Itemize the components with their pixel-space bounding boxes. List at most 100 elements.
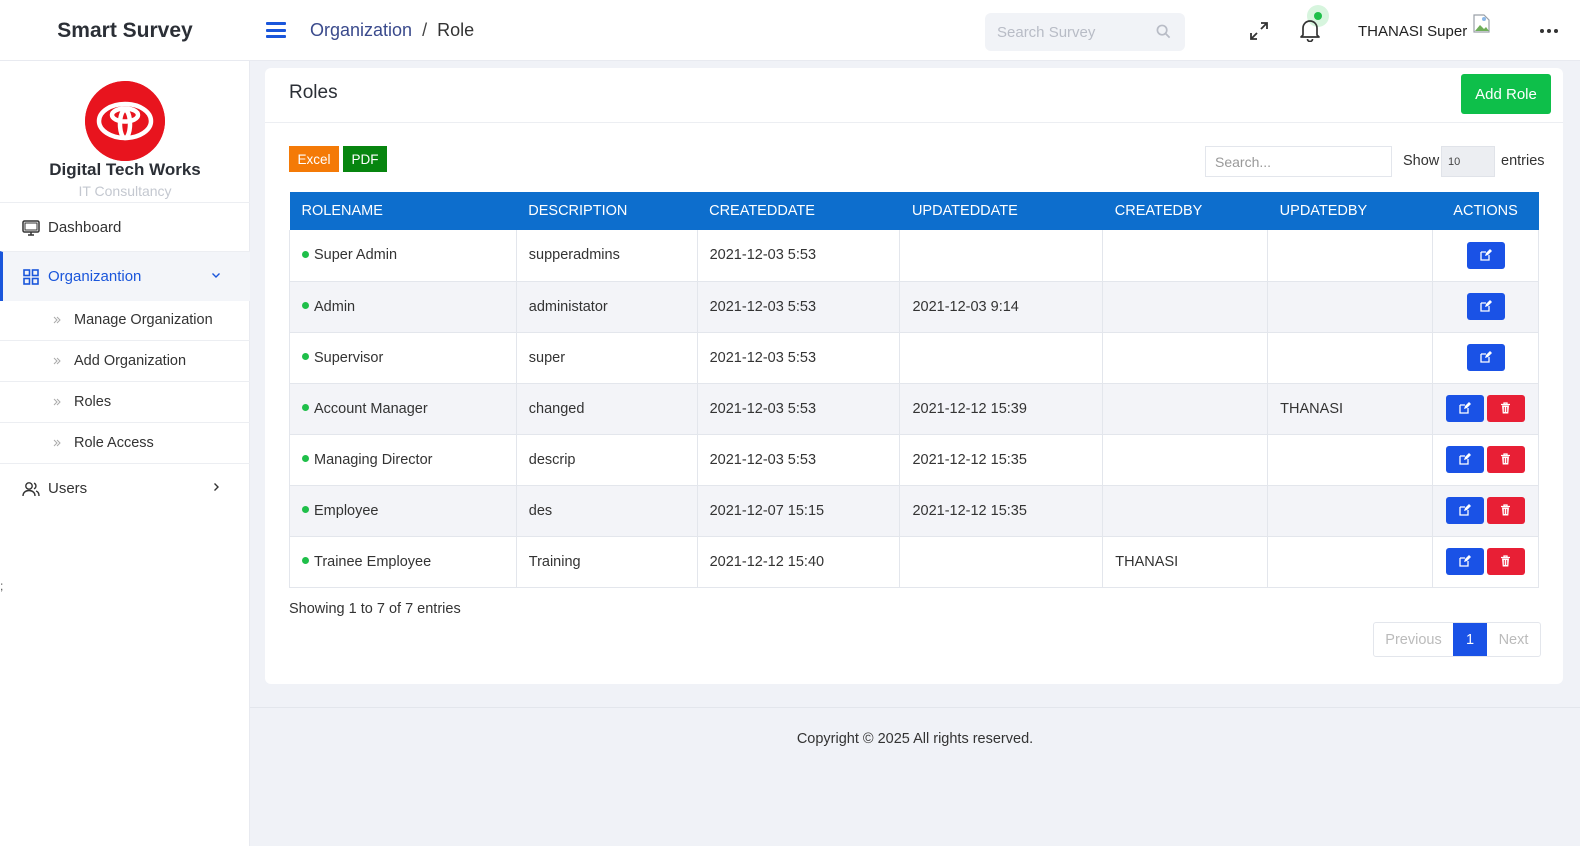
cell-actions bbox=[1432, 230, 1539, 281]
cell-updatedby bbox=[1267, 332, 1433, 383]
cell-updateddate: 2021-12-12 15:35 bbox=[899, 434, 1103, 485]
page-button-current[interactable]: 1 bbox=[1453, 623, 1487, 656]
cell-text: Employee bbox=[314, 502, 379, 519]
edit-role-button[interactable] bbox=[1446, 548, 1485, 575]
sidebar-subitem-add-organization[interactable]: Add Organization bbox=[0, 341, 250, 382]
sidebar-item-organization[interactable]: Organizantion bbox=[0, 251, 250, 301]
cell-createddate: 2021-12-03 5:53 bbox=[696, 383, 900, 434]
sidebar-subitem-label: Manage Organization bbox=[74, 312, 213, 328]
column-header-createdby[interactable]: CREATEDBY bbox=[1103, 192, 1268, 230]
cell-description: des bbox=[515, 485, 698, 536]
cell-updateddate bbox=[899, 230, 1103, 281]
fullscreen-icon[interactable] bbox=[1250, 22, 1268, 40]
cell-description: descrip bbox=[515, 434, 698, 485]
column-header-rolename[interactable]: ROLENAME bbox=[290, 192, 517, 230]
survey-search-input[interactable] bbox=[997, 23, 1147, 41]
cell-updatedby bbox=[1267, 230, 1433, 281]
cell-createdby: THANASI bbox=[1102, 536, 1268, 587]
sidebar-subitem-roles[interactable]: Roles bbox=[0, 382, 250, 423]
table-info: Showing 1 to 7 of 7 entries bbox=[289, 601, 461, 617]
cell-text: administator bbox=[528, 298, 608, 315]
cell-text: 2021-12-03 9:14 bbox=[912, 298, 1019, 315]
cell-text: changed bbox=[528, 400, 585, 417]
cell-createddate: 2021-12-03 5:53 bbox=[696, 434, 900, 485]
next-page-button[interactable]: Next bbox=[1487, 623, 1540, 656]
status-dot-icon bbox=[302, 302, 309, 310]
table-search-input[interactable] bbox=[1205, 146, 1392, 177]
edit-role-button[interactable] bbox=[1466, 344, 1505, 371]
edit-icon bbox=[1459, 555, 1472, 567]
cell-createddate: 2021-12-03 5:53 bbox=[696, 332, 900, 383]
table-row: Trainee Employee Training 2021-12-12 15:40… bbox=[289, 536, 1539, 587]
cell-rolename: Managing Director bbox=[289, 434, 517, 485]
export-excel-button[interactable]: Excel bbox=[289, 146, 339, 172]
breadcrumb: Organization / Role bbox=[310, 20, 474, 41]
sidebar-subitem-manage-organization[interactable]: Manage Organization bbox=[0, 300, 250, 341]
cell-actions bbox=[1432, 434, 1539, 485]
cell-text: 2021-12-12 15:40 bbox=[709, 553, 825, 570]
sidebar-subitem-role-access[interactable]: Role Access bbox=[0, 423, 250, 464]
edit-role-button[interactable] bbox=[1446, 395, 1485, 422]
search-icon[interactable] bbox=[1156, 24, 1171, 39]
more-options-icon[interactable] bbox=[1540, 29, 1558, 33]
breadcrumb-separator: / bbox=[422, 20, 428, 40]
cell-text: Account Manager bbox=[314, 400, 428, 417]
cell-rolename: Employee bbox=[289, 485, 517, 536]
app-brand[interactable]: Smart Survey bbox=[0, 0, 250, 61]
page-title: Roles bbox=[289, 82, 338, 103]
sidebar-item-label: Organizantion bbox=[48, 268, 142, 285]
edit-icon bbox=[1459, 402, 1472, 414]
edit-icon bbox=[1479, 351, 1492, 363]
status-dot-icon bbox=[302, 455, 309, 463]
entries-label: entries bbox=[1501, 153, 1545, 169]
cell-updatedby bbox=[1267, 536, 1433, 587]
cell-text: descrip bbox=[528, 451, 576, 468]
edit-role-button[interactable] bbox=[1466, 293, 1505, 320]
double-chevron-right-icon bbox=[53, 439, 61, 447]
cell-updateddate: 2021-12-12 15:35 bbox=[899, 485, 1103, 536]
table-row: Managing Director descrip 2021-12-03 5:53 2… bbox=[289, 434, 1539, 485]
sidebar: Digital Tech Works IT Consultancy Dashbo… bbox=[0, 61, 250, 846]
double-chevron-right-icon bbox=[53, 357, 61, 365]
sidebar-item-label: Dashboard bbox=[48, 219, 122, 236]
cell-createdby bbox=[1102, 383, 1268, 434]
sidebar-item-dashboard[interactable]: Dashboard bbox=[0, 202, 250, 252]
add-role-button[interactable]: Add Role bbox=[1461, 74, 1551, 114]
footer-copyright: Copyright © 2025 All rights reserved. bbox=[796, 731, 1034, 747]
page-size-select[interactable]: 10 bbox=[1441, 146, 1495, 177]
edit-icon bbox=[1459, 504, 1472, 516]
chevron-down-icon bbox=[212, 273, 220, 278]
previous-page-button[interactable]: Previous bbox=[1374, 623, 1453, 656]
roles-table: ROLENAME DESCRIPTION CREATEDDATE UPDATED… bbox=[289, 192, 1539, 588]
chevron-right-icon bbox=[214, 483, 219, 491]
column-header-createddate[interactable]: CREATEDDATE bbox=[697, 192, 900, 230]
organization-name: Digital Tech Works bbox=[49, 160, 201, 179]
cell-description: administator bbox=[515, 281, 698, 332]
stray-text: ; bbox=[0, 579, 4, 593]
edit-role-button[interactable] bbox=[1466, 241, 1505, 269]
avatar[interactable] bbox=[1472, 12, 1492, 34]
sidebar-item-users[interactable]: Users bbox=[0, 463, 250, 513]
delete-role-button[interactable] bbox=[1487, 395, 1526, 422]
edit-role-button[interactable] bbox=[1446, 446, 1485, 473]
survey-search-box bbox=[985, 13, 1185, 51]
column-header-updatedby[interactable]: UPDATEDBY bbox=[1268, 192, 1433, 230]
column-header-updateddate[interactable]: UPDATEDDATE bbox=[900, 192, 1103, 230]
status-dot-icon bbox=[302, 353, 309, 361]
delete-role-button[interactable] bbox=[1487, 446, 1526, 473]
edit-role-button[interactable] bbox=[1446, 497, 1485, 524]
breadcrumb-organization-link[interactable]: Organization bbox=[310, 20, 412, 41]
column-header-description[interactable]: DESCRIPTION bbox=[516, 192, 697, 230]
cell-text: 2021-12-03 5:53 bbox=[709, 400, 817, 417]
roles-card: Roles Add Role Excel PDF Show 10 entries… bbox=[265, 68, 1563, 684]
delete-role-button[interactable] bbox=[1487, 548, 1526, 575]
bell-icon[interactable] bbox=[1299, 18, 1321, 42]
export-pdf-button[interactable]: PDF bbox=[343, 146, 387, 172]
cell-text: 2021-12-03 5:53 bbox=[709, 298, 817, 315]
cell-text: 2021-12-03 5:53 bbox=[709, 451, 817, 468]
sidebar-subitem-label: Roles bbox=[74, 394, 112, 410]
user-name[interactable]: THANASI Super bbox=[1358, 23, 1467, 40]
menu-toggle-icon[interactable] bbox=[266, 22, 286, 38]
cell-text: Super Admin bbox=[314, 247, 398, 264]
delete-role-button[interactable] bbox=[1487, 497, 1526, 524]
